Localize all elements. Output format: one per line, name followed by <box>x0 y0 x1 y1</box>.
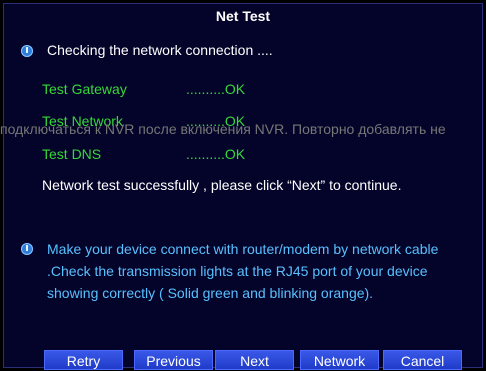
hint-line-1: Make your device connect with router/mod… <box>47 241 439 257</box>
cancel-button[interactable]: Cancel <box>383 350 462 370</box>
test-dns-status: ..........OK <box>186 146 246 162</box>
checking-text: Checking the network connection .... <box>47 42 273 58</box>
info-icon <box>21 243 33 255</box>
hint-block: Make your device connect with router/mod… <box>47 238 477 304</box>
dialog-title: Net Test <box>215 8 271 24</box>
hint-line-3: showing correctly ( Solid green and blin… <box>47 285 374 301</box>
test-gateway-label: Test Gateway <box>42 81 127 97</box>
info-icon <box>21 45 33 57</box>
network-button[interactable]: Network <box>300 350 379 370</box>
retry-button[interactable]: Retry <box>44 350 123 370</box>
hint-line-2: .Check the transmission lights at the RJ… <box>47 263 428 279</box>
test-gateway-status: ..........OK <box>186 81 246 97</box>
next-button[interactable]: Next <box>215 350 294 370</box>
previous-button[interactable]: Previous <box>134 350 213 370</box>
test-dns-label: Test DNS <box>42 146 102 162</box>
success-message: Network test successfully , please click… <box>42 177 402 193</box>
overlay-text: подключаться к NVR после включения NVR. … <box>0 121 446 137</box>
